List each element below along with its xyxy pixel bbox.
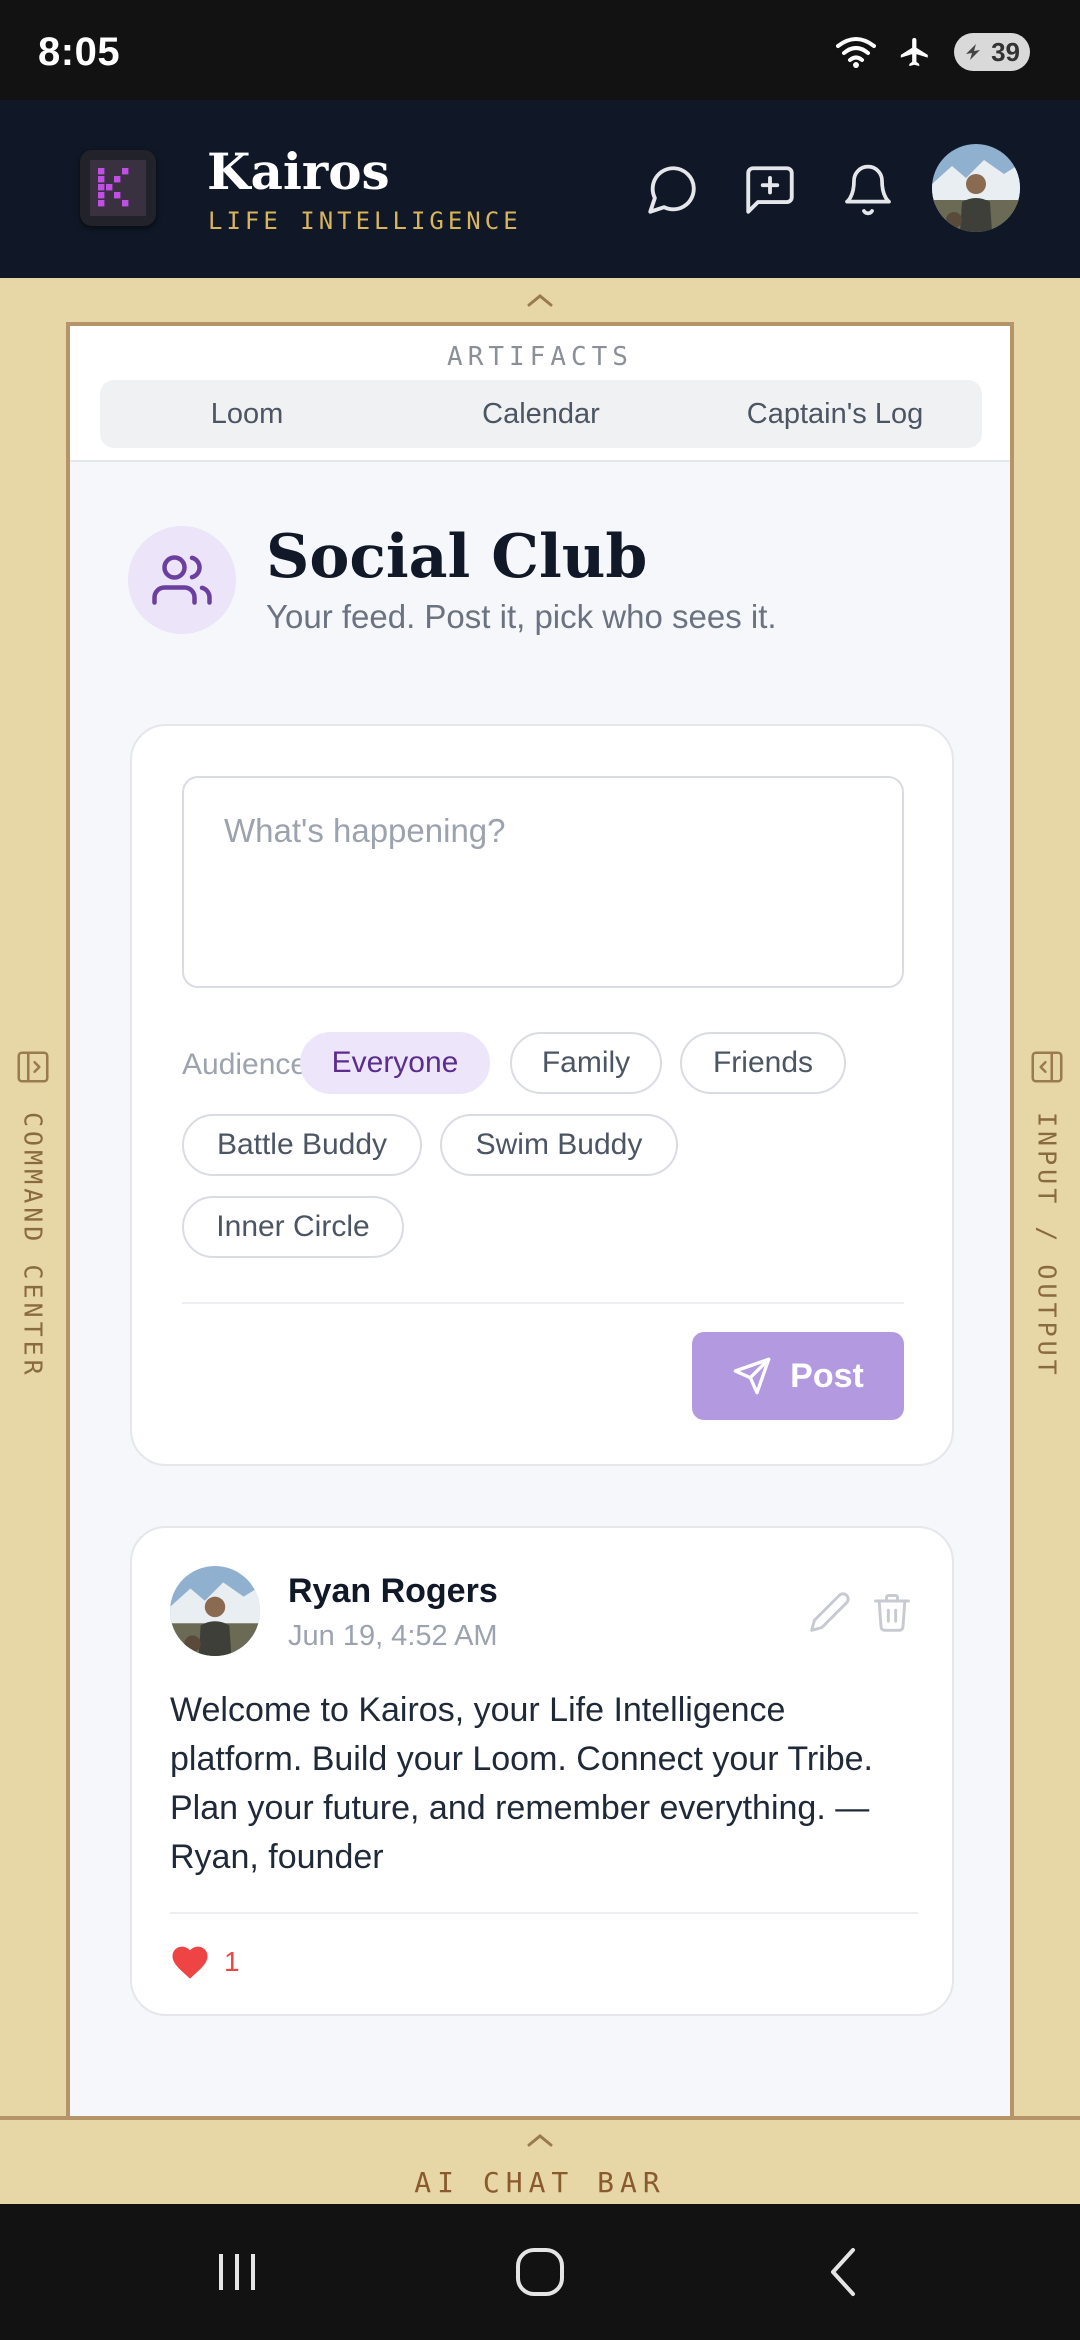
airplane-mode-icon — [900, 37, 928, 67]
post-button[interactable]: Post — [692, 1332, 904, 1420]
command-center-rail[interactable]: COMMAND CENTER — [0, 322, 66, 2120]
page-title: Social Club — [266, 522, 648, 592]
status-time: 8:05 — [38, 30, 121, 74]
home-button[interactable] — [505, 2242, 575, 2302]
chat-bubble-icon[interactable] — [640, 158, 704, 222]
post-author-name[interactable]: Ryan Rogers — [288, 1572, 498, 1611]
artifacts-title: ARTIFACTS — [447, 342, 633, 372]
composer-divider — [182, 1302, 904, 1304]
back-icon — [831, 2248, 855, 2296]
battery-icon: 39 — [954, 33, 1030, 71]
app-tagline: LIFE INTELLIGENCE — [208, 207, 522, 235]
status-icons: 39 — [836, 30, 1030, 74]
audience-chip-swim-buddy[interactable]: Swim Buddy — [440, 1114, 678, 1176]
post-button-label: Post — [790, 1356, 864, 1395]
post-text-input[interactable] — [182, 776, 904, 988]
post-author-avatar[interactable] — [170, 1566, 260, 1656]
artifact-tabs: Loom Calendar Captain's Log — [100, 380, 982, 448]
page-subtitle: Your feed. Post it, pick who sees it. — [266, 598, 777, 635]
input-output-rail[interactable]: INPUT / OUTPUT — [1014, 322, 1080, 2120]
artifacts-section: ARTIFACTS Loom Calendar Captain's Log — [70, 326, 1010, 462]
ai-chat-bar[interactable]: AI CHAT BAR — [0, 2116, 1080, 2204]
send-icon — [733, 1357, 771, 1395]
feed-post: Ryan Rogers Jun 19, 4:52 AM Welcome to K… — [130, 1526, 954, 2016]
panel-open-icon — [17, 1051, 49, 1083]
app-header: Kairos LIFE INTELLIGENCE — [0, 100, 1080, 278]
input-output-label: INPUT / OUTPUT — [1032, 1112, 1062, 1379]
profile-avatar[interactable] — [932, 144, 1020, 232]
tab-loom[interactable]: Loom — [100, 380, 394, 448]
home-icon — [516, 2248, 564, 2296]
heart-icon — [172, 1946, 208, 1979]
status-bar: 8:05 39 — [0, 0, 1080, 100]
back-button[interactable] — [808, 2242, 878, 2302]
audience-chip-family[interactable]: Family — [510, 1032, 662, 1094]
kairos-logo-icon — [90, 160, 146, 216]
recent-apps-button[interactable] — [202, 2242, 272, 2302]
audience-chip-everyone[interactable]: Everyone — [300, 1032, 490, 1094]
composer-card: Audience: Everyone Family Friends Battle… — [130, 724, 954, 1466]
recent-apps-icon — [219, 2254, 255, 2290]
command-center-label: COMMAND CENTER — [18, 1112, 48, 1379]
app-name: Kairos — [207, 142, 390, 201]
audience-chip-inner-circle[interactable]: Inner Circle — [182, 1196, 404, 1258]
post-body: Welcome to Kairos, your Life Intelligenc… — [170, 1691, 873, 1876]
post-divider — [170, 1912, 918, 1914]
chevron-up-icon — [527, 2134, 553, 2147]
audience-label: Audience: — [182, 1048, 316, 1081]
panel-open-right-icon — [1031, 1051, 1063, 1083]
edit-pencil-icon[interactable] — [808, 1590, 852, 1634]
post-timestamp: Jun 19, 4:52 AM — [288, 1620, 498, 1652]
like-count: 1 — [224, 1946, 240, 1977]
new-message-icon[interactable] — [738, 158, 802, 222]
audience-chip-battle-buddy[interactable]: Battle Buddy — [182, 1114, 422, 1176]
app-logo[interactable] — [80, 150, 156, 226]
header-collapse-handle[interactable] — [0, 278, 1080, 322]
battery-level: 39 — [991, 36, 1020, 67]
tab-captains-log[interactable]: Captain's Log — [688, 380, 982, 448]
system-nav-bar — [0, 2204, 1080, 2340]
ai-chat-bar-label: AI CHAT BAR — [414, 2166, 666, 2199]
users-icon — [128, 526, 236, 634]
tab-calendar[interactable]: Calendar — [394, 380, 688, 448]
trash-icon[interactable] — [870, 1590, 914, 1634]
audience-chip-friends[interactable]: Friends — [680, 1032, 846, 1094]
content-panel: ARTIFACTS Loom Calendar Captain's Log So… — [66, 322, 1014, 2120]
chevron-up-icon — [527, 294, 553, 307]
wifi-icon — [836, 37, 876, 68]
like-button[interactable]: 1 — [170, 1940, 240, 1984]
bell-icon[interactable] — [836, 158, 900, 222]
